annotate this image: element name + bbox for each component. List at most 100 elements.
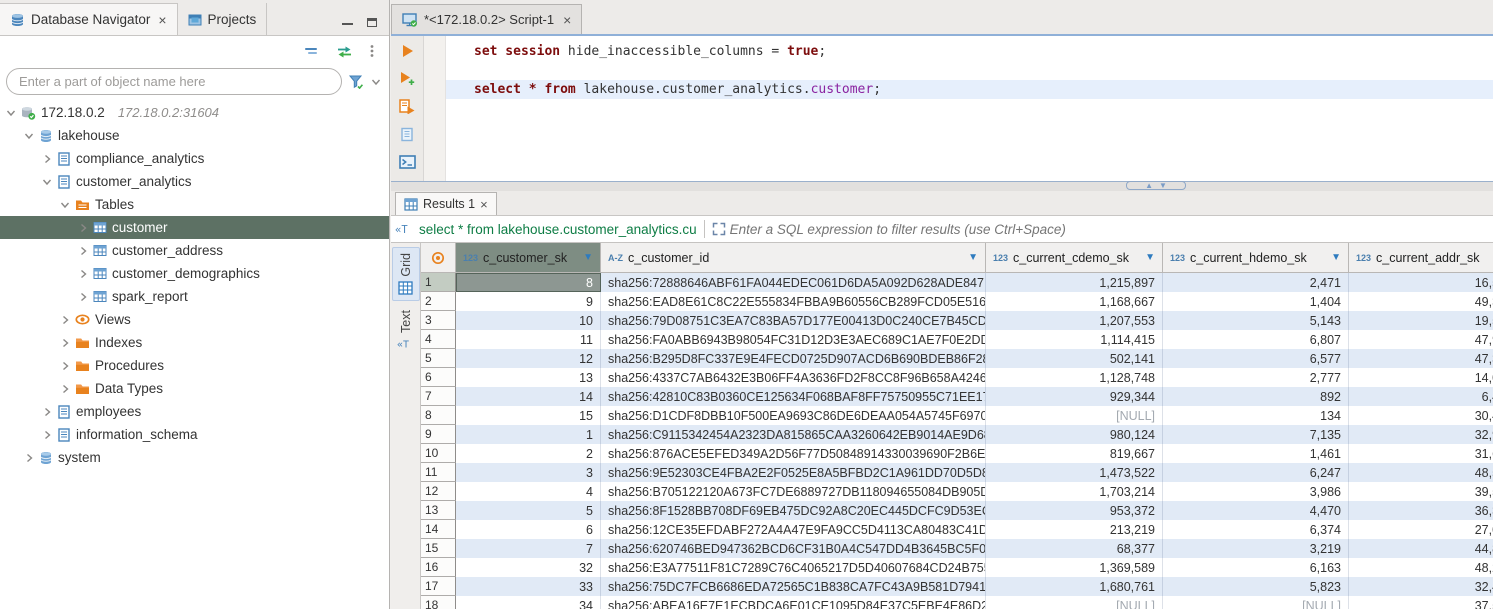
- cell-c_customer_sk[interactable]: 34: [456, 596, 601, 609]
- cell-c_current_hdemo_sk[interactable]: 4,470: [1163, 501, 1349, 520]
- tab-projects[interactable]: Projects: [178, 3, 268, 35]
- cell-c_current_addr_sk[interactable]: 16,59: [1349, 273, 1493, 292]
- tree-item-compliance-analytics[interactable]: compliance_analytics: [0, 147, 389, 170]
- tree-item-customer[interactable]: customer: [0, 216, 389, 239]
- cell-c_current_cdemo_sk[interactable]: 980,124: [986, 425, 1163, 444]
- cell-c_current_hdemo_sk[interactable]: 5,143: [1163, 311, 1349, 330]
- cell-c_current_cdemo_sk[interactable]: 1,369,589: [986, 558, 1163, 577]
- cell-c_customer_id[interactable]: sha256:9E52303CE4FBA2E2F0525E8A5BFBD2C1A…: [601, 463, 986, 482]
- column-filter-dropdown-icon[interactable]: ▼: [583, 252, 593, 263]
- cell-c_current_addr_sk[interactable]: 37,50: [1349, 596, 1493, 609]
- cell-c_current_cdemo_sk[interactable]: 1,114,415: [986, 330, 1163, 349]
- results-filter-input[interactable]: [730, 222, 1493, 237]
- cell-c_current_cdemo_sk[interactable]: 1,703,214: [986, 482, 1163, 501]
- cell-c_current_addr_sk[interactable]: 27,08: [1349, 520, 1493, 539]
- cell-c_current_addr_sk[interactable]: 49,38: [1349, 292, 1493, 311]
- tree-item-indexes[interactable]: Indexes: [0, 331, 389, 354]
- cell-c_customer_sk[interactable]: 7: [456, 539, 601, 558]
- cell-c_current_hdemo_sk[interactable]: 1,461: [1163, 444, 1349, 463]
- splitter-collapse-control[interactable]: ▲▼: [1126, 181, 1186, 190]
- cell-c_customer_id[interactable]: sha256:79D08751C3EA7C83BA57D177E00413D0C…: [601, 311, 986, 330]
- tree-item-system[interactable]: system: [0, 446, 389, 469]
- cell-c_current_addr_sk[interactable]: 6,44: [1349, 387, 1493, 406]
- cell-c_customer_sk[interactable]: 13: [456, 368, 601, 387]
- cell-c_current_hdemo_sk[interactable]: 134: [1163, 406, 1349, 425]
- tab-sql-script[interactable]: *<172.18.0.2> Script-1 ×: [391, 4, 582, 34]
- expand-filter-icon[interactable]: [712, 222, 726, 236]
- row-number[interactable]: 17: [421, 577, 456, 596]
- cell-c_current_cdemo_sk[interactable]: 929,344: [986, 387, 1163, 406]
- column-header-c_current_addr_sk[interactable]: 123c_current_addr_sk▼: [1349, 243, 1493, 272]
- explain-plan-icon[interactable]: [400, 127, 415, 142]
- row-number[interactable]: 10: [421, 444, 456, 463]
- cell-c_current_addr_sk[interactable]: 32,43: [1349, 577, 1493, 596]
- cell-c_current_hdemo_sk[interactable]: 6,374: [1163, 520, 1349, 539]
- cell-c_current_addr_sk[interactable]: 48,29: [1349, 558, 1493, 577]
- cell-c_current_cdemo_sk[interactable]: 213,219: [986, 520, 1163, 539]
- cell-c_customer_id[interactable]: sha256:B705122120A673FC7DE6889727DB11809…: [601, 482, 986, 501]
- cell-c_customer_sk[interactable]: 1: [456, 425, 601, 444]
- cell-c_current_addr_sk[interactable]: 47,36: [1349, 349, 1493, 368]
- column-filter-dropdown-icon[interactable]: ▼: [1145, 252, 1155, 263]
- cell-c_current_cdemo_sk[interactable]: 1,215,897: [986, 273, 1163, 292]
- cell-c_current_cdemo_sk[interactable]: 953,372: [986, 501, 1163, 520]
- cell-c_customer_sk[interactable]: 2: [456, 444, 601, 463]
- row-number[interactable]: 12: [421, 482, 456, 501]
- execute-statement-icon[interactable]: [401, 44, 414, 58]
- sql-code-area[interactable]: set session hide_inaccessible_columns = …: [446, 36, 1493, 181]
- cell-c_customer_id[interactable]: sha256:620746BED947362BCD6CF31B0A4C547DD…: [601, 539, 986, 558]
- column-filter-dropdown-icon[interactable]: ▼: [1331, 252, 1341, 263]
- cell-c_current_addr_sk[interactable]: 48,57: [1349, 463, 1493, 482]
- cell-c_current_addr_sk[interactable]: 30,46: [1349, 406, 1493, 425]
- tree-item-views[interactable]: Views: [0, 308, 389, 331]
- cell-c_current_hdemo_sk[interactable]: 892: [1163, 387, 1349, 406]
- cell-c_current_cdemo_sk[interactable]: 1,680,761: [986, 577, 1163, 596]
- tree-item-customer-demographics[interactable]: customer_demographics: [0, 262, 389, 285]
- cell-c_customer_sk[interactable]: 12: [456, 349, 601, 368]
- tree-item-172-18-0-2[interactable]: 172.18.0.2172.18.0.2:31604: [0, 101, 389, 124]
- tree-item-information-schema[interactable]: information_schema: [0, 423, 389, 446]
- cell-c_current_addr_sk[interactable]: 36,36: [1349, 501, 1493, 520]
- cell-c_current_hdemo_sk[interactable]: 3,219: [1163, 539, 1349, 558]
- cell-c_current_hdemo_sk[interactable]: 2,471: [1163, 273, 1349, 292]
- cell-c_current_cdemo_sk[interactable]: 819,667: [986, 444, 1163, 463]
- cell-c_current_cdemo_sk[interactable]: 502,141: [986, 349, 1163, 368]
- cell-c_customer_id[interactable]: sha256:12CE35EFDABF272A4A47E9FA9CC5D4113…: [601, 520, 986, 539]
- cell-c_current_cdemo_sk[interactable]: 1,168,667: [986, 292, 1163, 311]
- cell-c_current_cdemo_sk[interactable]: [NULL]: [986, 406, 1163, 425]
- column-filter-dropdown-icon[interactable]: ▼: [968, 252, 978, 263]
- cell-c_customer_id[interactable]: sha256:C9115342454A2323DA815865CAA326064…: [601, 425, 986, 444]
- tab-results-1[interactable]: Results 1 ×: [395, 192, 497, 215]
- tree-item-spark-report[interactable]: spark_report: [0, 285, 389, 308]
- cell-c_current_hdemo_sk[interactable]: 5,823: [1163, 577, 1349, 596]
- cell-c_customer_sk[interactable]: 11: [456, 330, 601, 349]
- cell-c_customer_sk[interactable]: 6: [456, 520, 601, 539]
- close-icon[interactable]: ×: [158, 12, 166, 28]
- cell-c_current_addr_sk[interactable]: 19,58: [1349, 311, 1493, 330]
- cell-c_customer_id[interactable]: sha256:FA0ABB6943B98054FC31D12D3E3AEC689…: [601, 330, 986, 349]
- cell-c_current_addr_sk[interactable]: 44,81: [1349, 539, 1493, 558]
- row-number[interactable]: 2: [421, 292, 456, 311]
- cell-c_current_hdemo_sk[interactable]: 6,807: [1163, 330, 1349, 349]
- tab-database-navigator[interactable]: Database Navigator ×: [0, 3, 178, 35]
- cell-c_current_cdemo_sk[interactable]: 1,473,522: [986, 463, 1163, 482]
- cell-c_current_hdemo_sk[interactable]: 6,163: [1163, 558, 1349, 577]
- row-number[interactable]: 7: [421, 387, 456, 406]
- row-number[interactable]: 13: [421, 501, 456, 520]
- cell-c_customer_id[interactable]: sha256:8F1528BB708DF69EB475DC92A8C20EC44…: [601, 501, 986, 520]
- cell-c_customer_sk[interactable]: 33: [456, 577, 601, 596]
- tree-item-data-types[interactable]: Data Types: [0, 377, 389, 400]
- row-number[interactable]: 18: [421, 596, 456, 609]
- column-header-c_current_cdemo_sk[interactable]: 123c_current_cdemo_sk▼: [986, 243, 1163, 272]
- search-input[interactable]: [6, 68, 342, 95]
- tree-item-procedures[interactable]: Procedures: [0, 354, 389, 377]
- cell-c_current_hdemo_sk[interactable]: 2,777: [1163, 368, 1349, 387]
- chevron-down-icon[interactable]: [371, 77, 381, 87]
- cell-c_customer_id[interactable]: sha256:E3A77511F81C7289C76C4065217D5D406…: [601, 558, 986, 577]
- cell-c_customer_sk[interactable]: 32: [456, 558, 601, 577]
- link-with-editor-icon[interactable]: [336, 45, 353, 58]
- cell-c_customer_id[interactable]: sha256:D1CDF8DBB10F500EA9693C86DE6DEAA05…: [601, 406, 986, 425]
- cell-c_customer_id[interactable]: sha256:B295D8FC337E9E4FECD0725D907ACD6B6…: [601, 349, 986, 368]
- cell-c_current_addr_sk[interactable]: 47,99: [1349, 330, 1493, 349]
- cell-c_customer_id[interactable]: sha256:72888646ABF61FA044EDEC061D6DA5A09…: [601, 273, 986, 292]
